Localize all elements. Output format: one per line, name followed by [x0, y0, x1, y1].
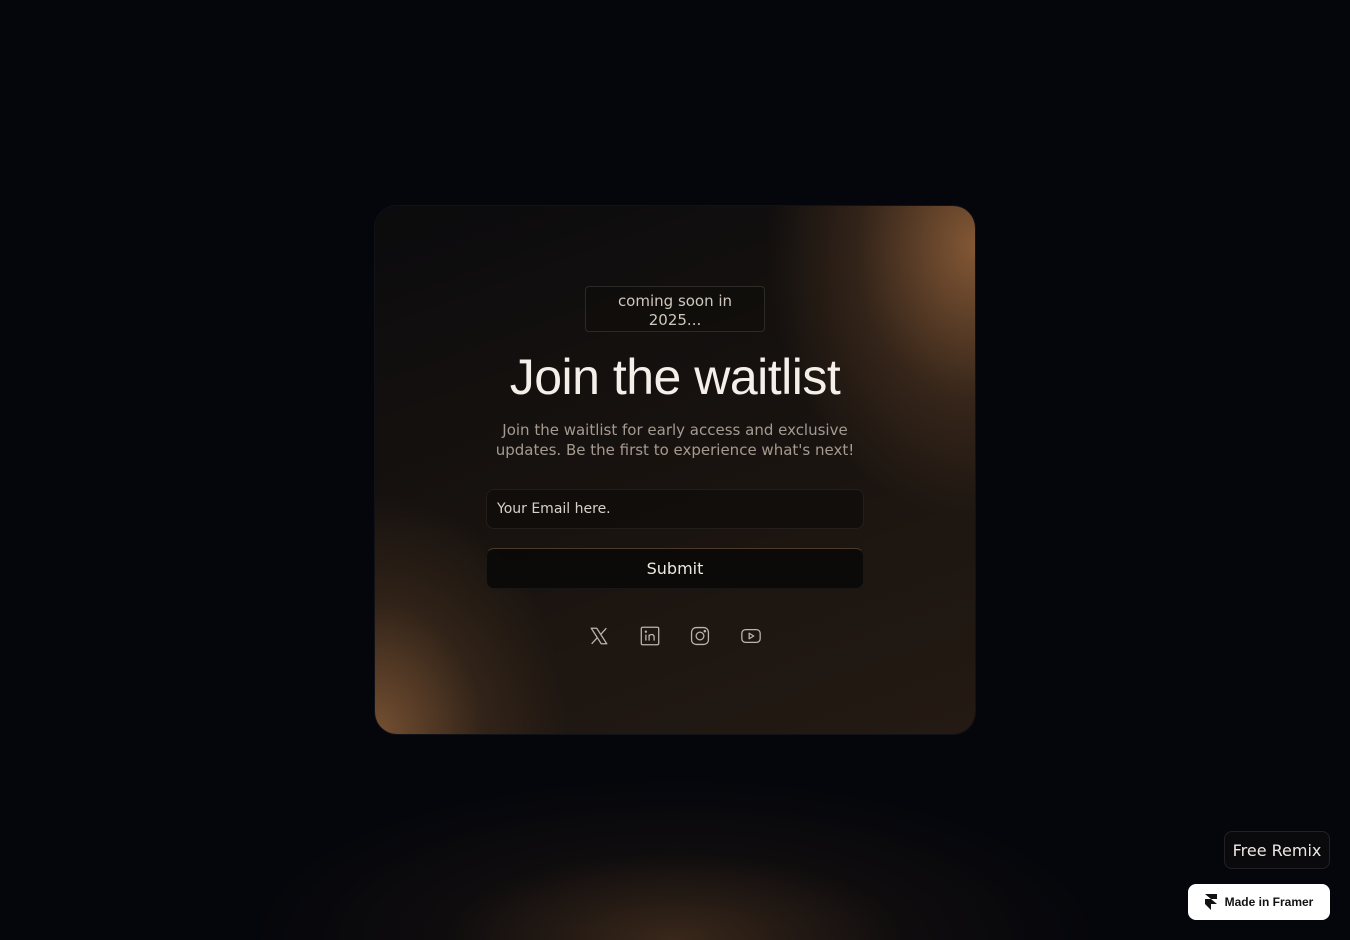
instagram-icon: [691, 626, 710, 646]
social-links: [587, 624, 763, 648]
linkedin-icon: [640, 626, 660, 646]
youtube-icon: [741, 628, 761, 644]
submit-button[interactable]: Submit: [486, 548, 864, 589]
framer-logo-icon: [1204, 894, 1217, 910]
badge-line-2: 2025...: [648, 311, 702, 329]
linkedin-link[interactable]: [638, 624, 662, 648]
x-icon: [590, 627, 608, 645]
page-subtitle: Join the waitlist for early access and e…: [495, 421, 855, 459]
page-title: Join the waitlist: [509, 349, 841, 405]
waitlist-card: coming soon in 2025... Join the waitlist…: [375, 206, 975, 734]
coming-soon-badge: coming soon in 2025...: [585, 286, 765, 332]
made-in-framer-label: Made in Framer: [1224, 895, 1314, 909]
youtube-link[interactable]: [739, 624, 763, 648]
email-input[interactable]: [486, 489, 864, 529]
instagram-link[interactable]: [688, 624, 712, 648]
badge-line-1: coming soon in: [617, 292, 733, 310]
page: coming soon in 2025... Join the waitlist…: [0, 0, 1350, 940]
x-link[interactable]: [587, 624, 611, 648]
made-in-framer-badge[interactable]: Made in Framer: [1188, 884, 1330, 920]
free-remix-button[interactable]: Free Remix: [1224, 831, 1330, 869]
